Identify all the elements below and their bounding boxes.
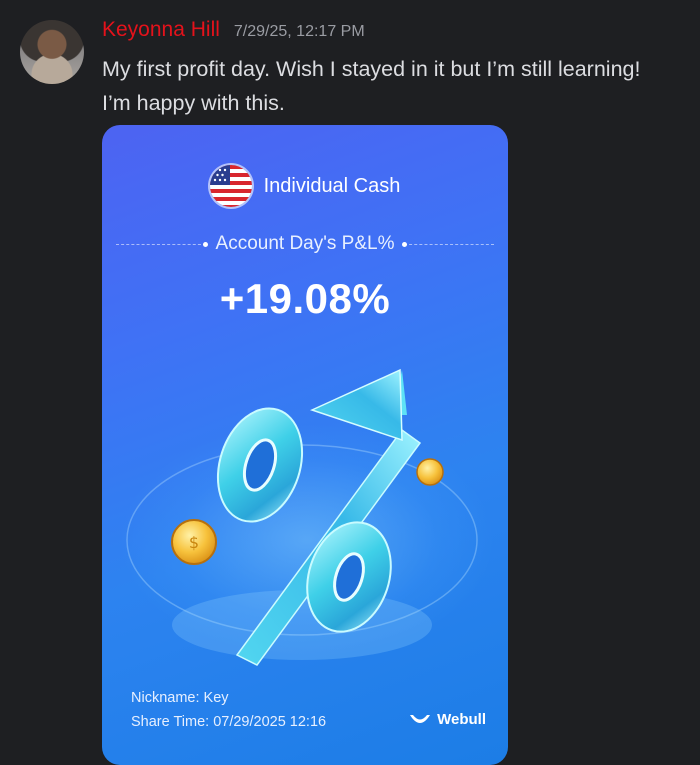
- metric-label-row: Account Day's P&L%: [102, 233, 508, 255]
- metric-value: +19.08%: [219, 275, 391, 322]
- avatar[interactable]: [20, 20, 84, 84]
- webull-logo-icon: [410, 714, 431, 723]
- svg-text:$: $: [189, 533, 199, 552]
- divider-left: [115, 241, 208, 247]
- percent-arrow-illustration: $: [126, 368, 478, 666]
- author-name[interactable]: Keyonna Hill: [102, 18, 220, 42]
- brand-name: Webull: [437, 711, 486, 728]
- share-time: Share Time: 07/29/2025 12:16: [131, 714, 327, 730]
- nickname: Nickname: Key: [131, 690, 229, 706]
- share-card-image[interactable]: Individual Cash Account Day's P&L% +19.0…: [102, 125, 508, 765]
- message-text: My first profit day. Wish I stayed in it…: [102, 57, 641, 115]
- us-flag-icon: [209, 165, 252, 207]
- account-name: Individual Cash: [263, 174, 401, 197]
- metric-label: Account Day's P&L%: [215, 233, 395, 254]
- account-row: Individual Cash: [102, 165, 508, 207]
- divider-right: [402, 241, 495, 247]
- message-header: Keyonna Hill 7/29/25, 12:17 PM: [102, 18, 365, 42]
- brand-logo: Webull: [409, 711, 486, 728]
- message-timestamp: 7/29/25, 12:17 PM: [233, 23, 365, 40]
- coin-icon: [416, 458, 444, 486]
